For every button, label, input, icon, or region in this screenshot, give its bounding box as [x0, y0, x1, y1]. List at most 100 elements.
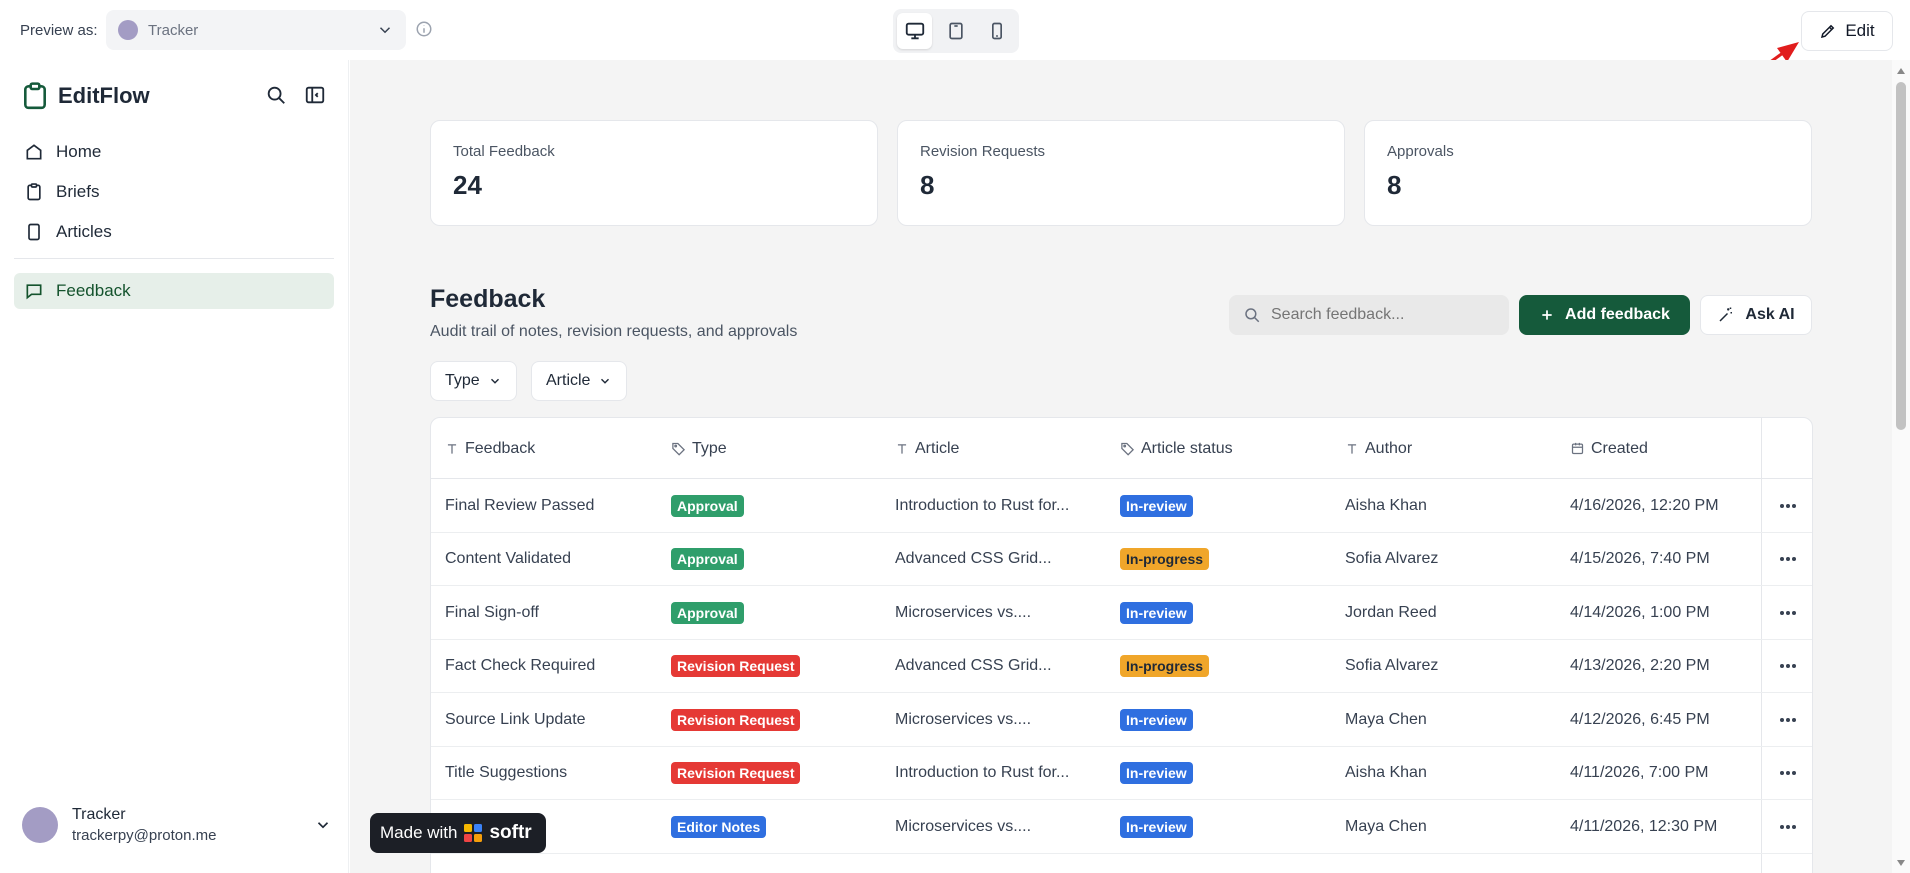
table-row[interactable]: ...s CheckEditor NotesMicroservices vs..… [431, 800, 1812, 854]
stat-label: Approvals [1387, 143, 1454, 160]
cell-feedback: Final Sign-off [445, 603, 539, 621]
made-with-softr-badge[interactable]: Made with softr [370, 813, 546, 853]
avatar [22, 807, 58, 843]
status-badge: In-review [1120, 815, 1193, 838]
more-horizontal-icon [1779, 824, 1796, 829]
clipboard-icon [27, 183, 41, 201]
stat-card-total: Total Feedback 24 [430, 120, 878, 226]
page-scrollbar[interactable] [1892, 60, 1910, 873]
sidebar-item-label: Feedback [56, 281, 131, 300]
sidebar: EditFlow Home Briefs Articles Feedback T… [0, 60, 349, 873]
cell-article-status: In-review [1120, 479, 1193, 532]
user-menu[interactable]: Tracker trackerpy@proton.me [22, 800, 332, 850]
cell-type: Editor Notes [671, 800, 767, 853]
preview-bar: Preview as: Tracker Edit [0, 0, 1910, 86]
status-badge: In-review [1120, 708, 1193, 731]
column-header-article-status[interactable]: Article status [1120, 418, 1233, 479]
more-horizontal-icon [1779, 557, 1796, 561]
type-badge: Approval [671, 548, 744, 570]
scrollbar-thumb[interactable] [1896, 82, 1906, 430]
made-with-label: Made with [380, 823, 458, 842]
page-title: Feedback [430, 285, 546, 313]
cell-feedback: Fact Check Required [445, 657, 596, 674]
sidebar-item-feedback[interactable]: Feedback [14, 273, 334, 309]
column-header-created[interactable]: Created [1570, 418, 1648, 479]
sidebar-item-home[interactable]: Home [14, 134, 334, 170]
filter-type[interactable]: Type [430, 361, 517, 401]
brand-name: EditFlow [58, 83, 150, 108]
desktop-icon [905, 22, 924, 40]
clipboard-logo-icon [24, 82, 46, 110]
filter-label: Type [445, 372, 480, 389]
table-row[interactable]: Fact Check Required Revision Request Advan… [431, 640, 1812, 693]
cell-created: 4/16/2026, 12:20 PM [1570, 496, 1719, 514]
table-row[interactable]: Content Validated Approval Advanced CSS Gr… [431, 533, 1812, 586]
column-header-article[interactable]: Article [895, 418, 959, 479]
stat-value: 24 [453, 170, 482, 200]
text-icon [447, 443, 457, 454]
search-input[interactable] [1271, 306, 1491, 324]
tag-icon [1121, 442, 1135, 456]
edit-button[interactable]: Edit [1801, 11, 1893, 51]
scroll-up-arrow-icon[interactable] [1897, 68, 1905, 74]
table-header: Feedback Type Article Article status Aut… [431, 418, 1812, 479]
sidebar-nav: Home Briefs Articles Feedback [14, 134, 334, 313]
cell-author: Aisha Khan [1345, 764, 1427, 781]
preview-as-select[interactable]: Tracker [106, 10, 406, 50]
cell-created: 4/13/2026, 2:20 PM [1570, 657, 1710, 674]
ask-ai-button[interactable]: Ask AI [1700, 295, 1812, 335]
cell-type: Revision Request [671, 747, 801, 800]
tag-icon [672, 442, 686, 456]
text-icon [1347, 443, 1357, 454]
search-icon[interactable] [265, 84, 287, 106]
column-header-author[interactable]: Author [1345, 418, 1412, 479]
stat-value: 8 [1387, 170, 1402, 200]
preview-as-label: Preview as: [20, 22, 98, 39]
scroll-down-arrow-icon[interactable] [1897, 860, 1905, 866]
cell-article: Advanced CSS Grid... [895, 550, 1052, 567]
row-more-button[interactable] [1761, 479, 1812, 532]
ask-ai-label: Ask AI [1745, 306, 1795, 323]
brand[interactable]: EditFlow [22, 82, 150, 110]
desktop-view-button[interactable] [897, 13, 933, 49]
sidebar-item-articles[interactable]: Articles [14, 214, 334, 250]
tablet-view-button[interactable] [938, 13, 973, 49]
table-row[interactable]: Source Link Update Revision Request Micros… [431, 693, 1812, 747]
cell-article-status: In-progress [1120, 640, 1210, 693]
info-icon[interactable] [415, 20, 433, 38]
row-more-button[interactable] [1761, 747, 1812, 800]
table-row[interactable]: Final Review Passed Approval Introduction … [431, 479, 1812, 533]
sidebar-item-briefs[interactable]: Briefs [14, 174, 334, 210]
column-header-type[interactable]: Type [671, 418, 727, 479]
mobile-view-button[interactable] [980, 13, 1015, 49]
filter-article[interactable]: Article [531, 361, 628, 401]
cell-created: 4/11/2026, 7:00 PM [1570, 764, 1709, 781]
search-field[interactable] [1229, 295, 1509, 335]
text-icon [897, 443, 907, 454]
main-content: Total Feedback 24 Revision Requests 8 Ap… [350, 60, 1892, 873]
preview-as-value: Tracker [148, 21, 199, 39]
row-more-button[interactable] [1761, 533, 1812, 586]
column-header-feedback[interactable]: Feedback [445, 418, 535, 479]
row-more-button[interactable] [1761, 586, 1812, 639]
table-row[interactable]: Final Sign-off Approval Microservices vs..… [431, 586, 1812, 640]
page-subtitle: Audit trail of notes, revision requests,… [430, 323, 798, 340]
cell-article-status: In-review [1120, 747, 1193, 800]
more-horizontal-icon [1779, 664, 1796, 668]
cell-type: Revision Request [671, 640, 801, 693]
document-icon [28, 223, 40, 241]
row-more-button[interactable] [1761, 640, 1812, 693]
table-row[interactable]: Title Suggestions Revision Request Introdu… [431, 747, 1812, 800]
cell-feedback: Content Validated [445, 550, 572, 567]
add-feedback-button[interactable]: Add feedback [1519, 295, 1690, 335]
row-more-button[interactable] [1761, 693, 1812, 746]
sidebar-collapse-icon[interactable] [304, 84, 326, 106]
status-badge: In-progress [1120, 548, 1210, 570]
cell-type: Approval [671, 479, 744, 532]
cell-author: Sofia Alvarez [1345, 550, 1439, 567]
sidebar-item-label: Home [56, 142, 102, 161]
cell-article-status: In-review [1120, 693, 1193, 746]
table-body: Final Review Passed Approval Introduction … [431, 479, 1812, 854]
row-more-button[interactable] [1761, 800, 1812, 853]
status-badge: In-review [1120, 762, 1193, 784]
